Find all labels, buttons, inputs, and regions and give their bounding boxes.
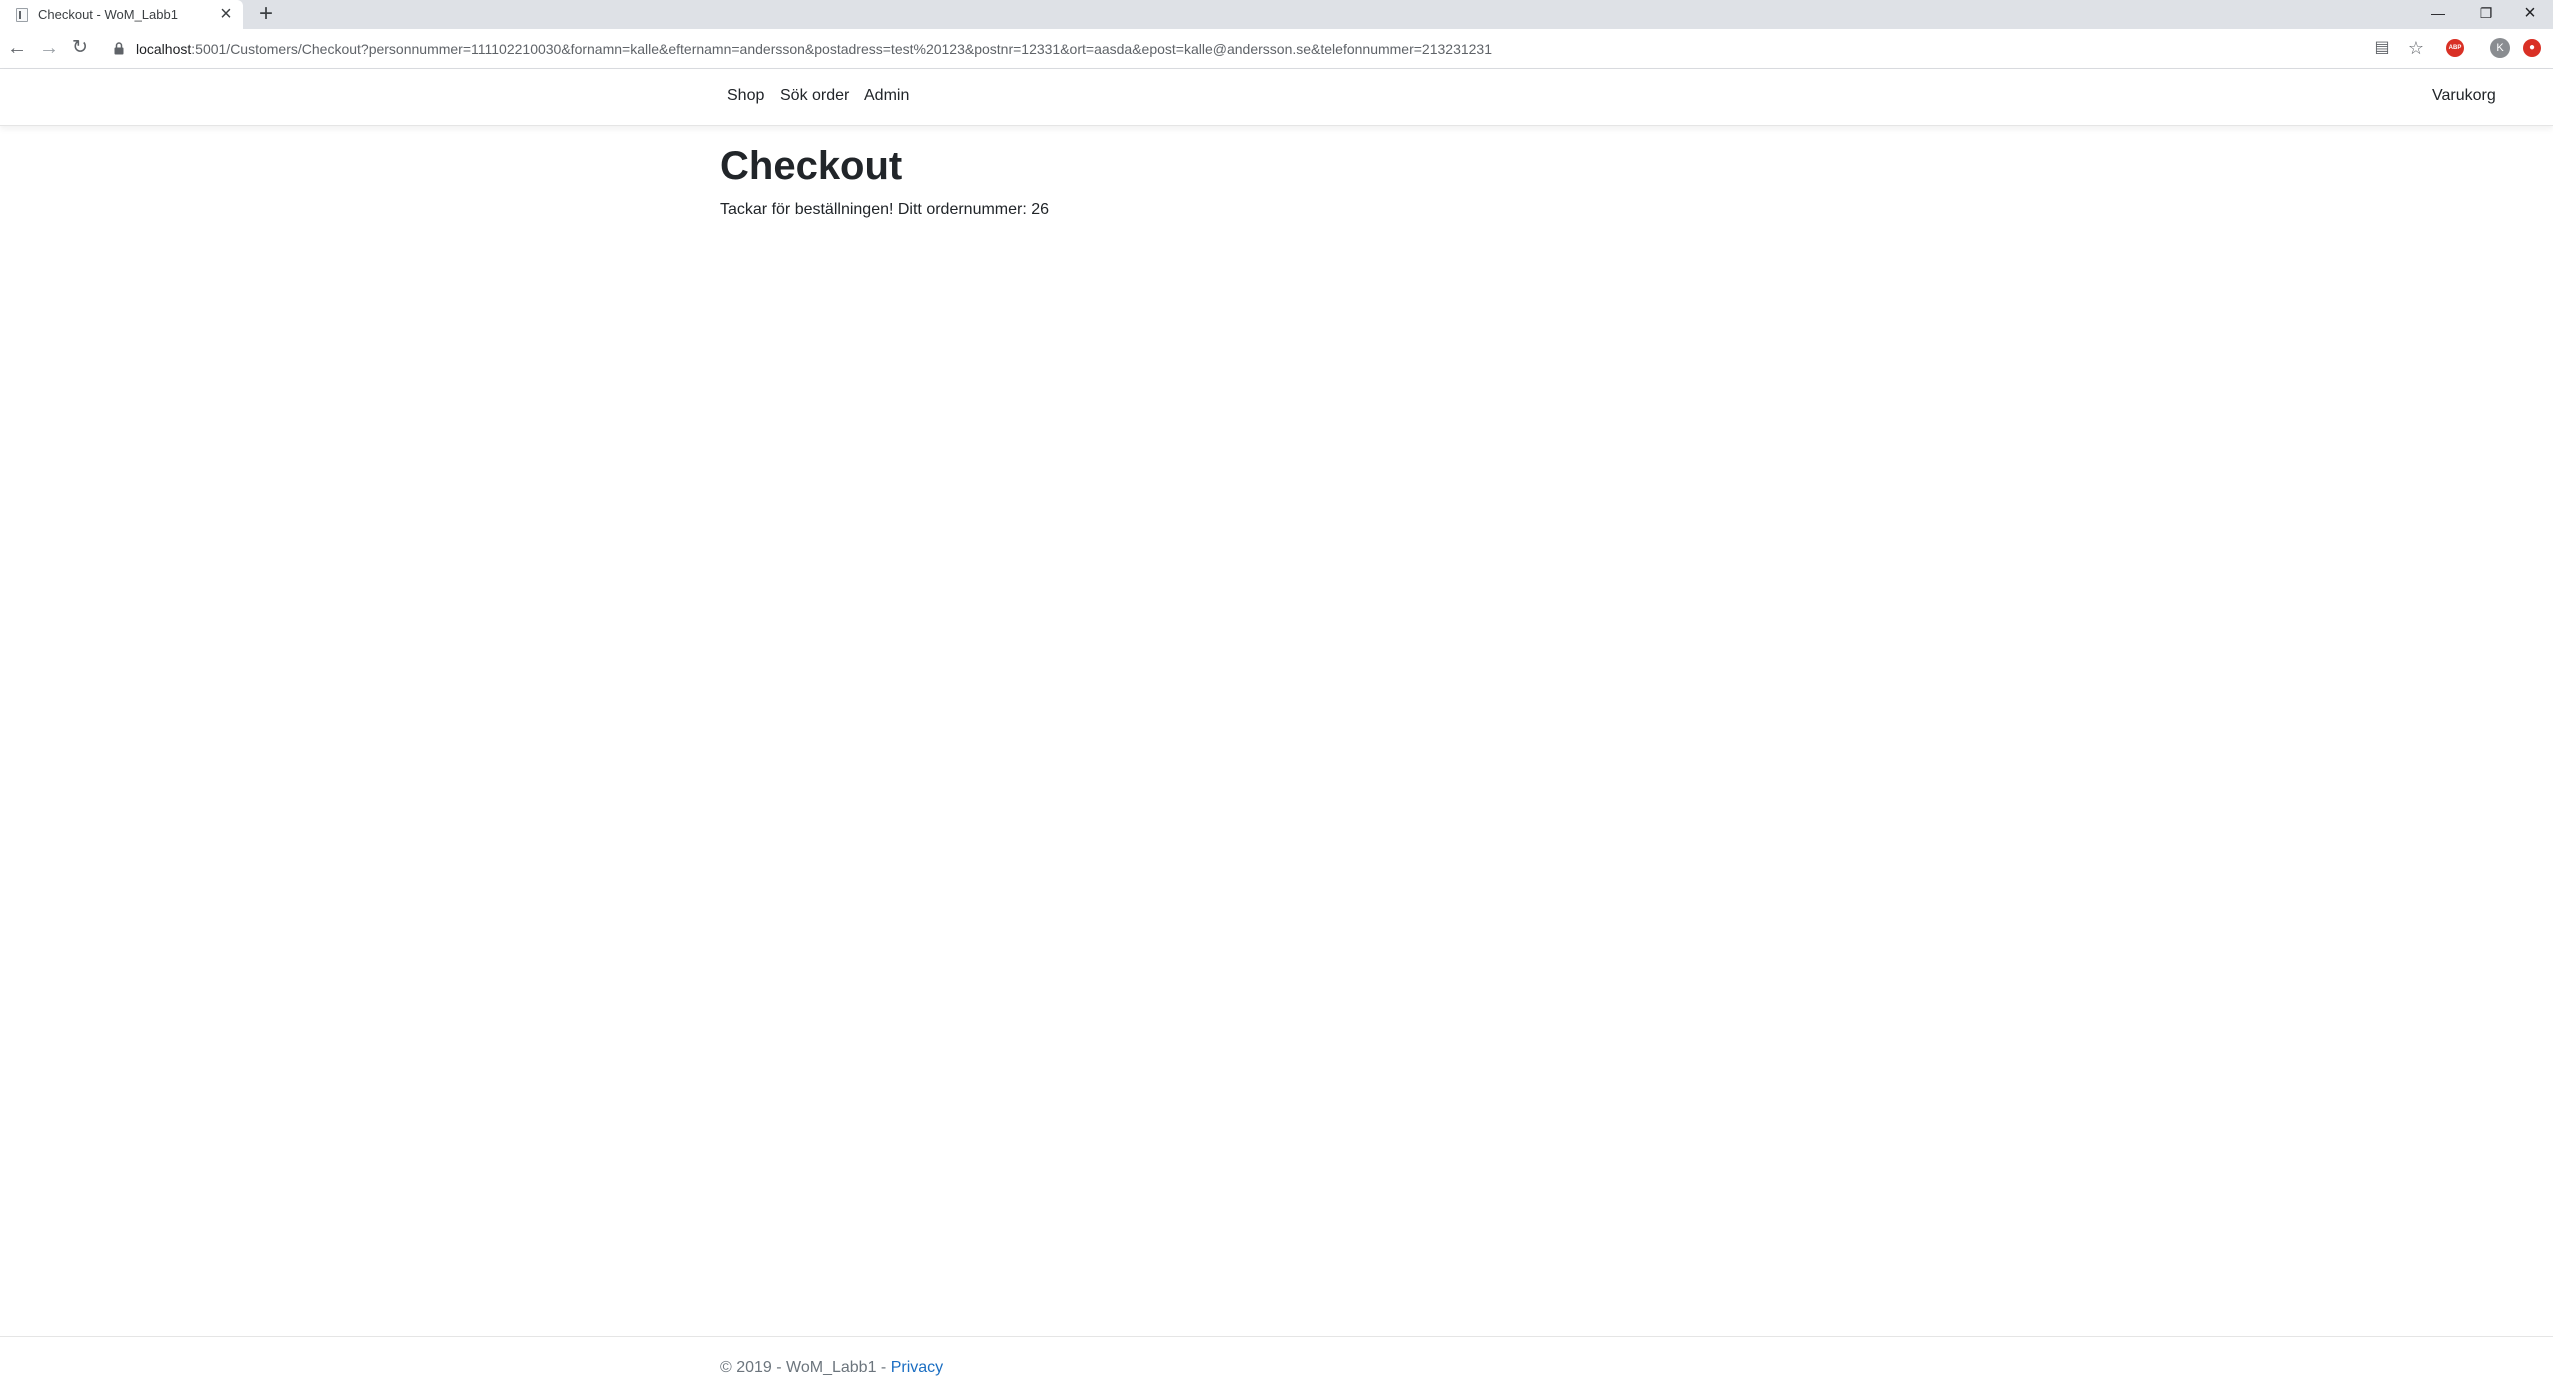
footer-text: © 2019 - WoM_Labb1 - Privacy (720, 1359, 943, 1377)
nav-link-cart[interactable]: Varukorg (2432, 87, 2496, 105)
back-icon[interactable]: ← (6, 37, 28, 59)
url-host: localhost (136, 41, 192, 57)
reload-icon[interactable]: ↻ (69, 37, 91, 59)
order-confirmation-message: Tackar för beställningen! Ditt ordernumm… (720, 201, 1050, 218)
lock-icon[interactable] (114, 42, 124, 55)
new-tab-button[interactable]: + (254, 2, 278, 26)
star-icon[interactable]: ☆ (2406, 38, 2426, 58)
restore-window-button[interactable]: ❐ (2471, 2, 2501, 24)
address-bar[interactable]: localhost:5001/Customers/Checkout?person… (96, 34, 2396, 64)
translate-icon[interactable]: ▤ (2372, 38, 2392, 58)
forward-icon[interactable]: → (38, 37, 60, 59)
close-tab-icon[interactable]: × (216, 4, 236, 24)
minimize-window-button[interactable]: — (2423, 2, 2453, 24)
nav-link-admin[interactable]: Admin (864, 87, 909, 105)
extension-icon[interactable]: ● (2523, 39, 2541, 57)
url-path: :5001/Customers/Checkout?personnummer=11… (191, 41, 1493, 57)
url-text[interactable]: localhost:5001/Customers/Checkout?person… (136, 41, 1492, 57)
page-footer: © 2019 - WoM_Labb1 - Privacy (0, 1336, 2553, 1396)
tab-title: Checkout - WoM_Labb1 (38, 7, 178, 22)
profile-icon[interactable]: K (2490, 38, 2510, 58)
footer-copyright: © 2019 - WoM_Labb1 - (720, 1359, 891, 1376)
close-window-button[interactable]: × (2515, 2, 2545, 24)
nav-link-shop[interactable]: Shop (727, 87, 764, 105)
browser-toolbar: ← → ↻ localhost:5001/Customers/Checkout?… (0, 29, 2553, 69)
browser-tab[interactable]: Checkout - WoM_Labb1 × (0, 0, 243, 29)
page-favicon-icon (16, 8, 28, 22)
adblock-icon[interactable]: ABP (2446, 39, 2464, 57)
privacy-link[interactable]: Privacy (891, 1359, 943, 1376)
site-navbar: Shop Sök order Admin Varukorg (0, 69, 2553, 126)
browser-tabstrip: Checkout - WoM_Labb1 × + — ❐ × (0, 0, 2553, 29)
nav-link-sok-order[interactable]: Sök order (780, 87, 849, 105)
page-title: Checkout (720, 144, 903, 188)
